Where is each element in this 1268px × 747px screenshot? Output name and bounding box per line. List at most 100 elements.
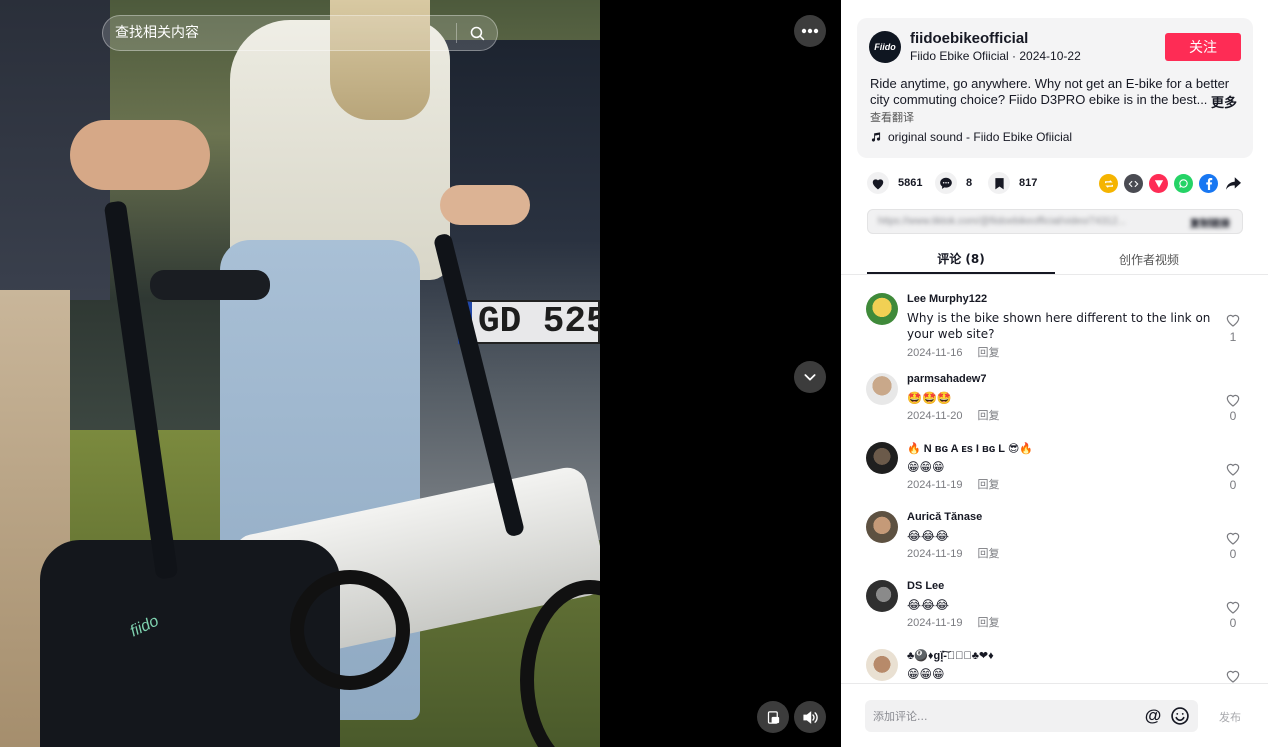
chevron-down-icon <box>804 374 816 381</box>
post-comment-button[interactable]: 发布 <box>1219 709 1241 725</box>
commenter-avatar[interactable] <box>866 442 898 474</box>
whatsapp-button[interactable] <box>1174 174 1193 193</box>
heart-outline-icon[interactable] <box>1225 668 1241 683</box>
comment-text: 😂😂😂 <box>907 598 950 612</box>
embed-icon <box>1128 180 1139 187</box>
tab-creator-videos[interactable]: 创作者视频 <box>1055 244 1243 274</box>
hand-on-handlebar-2 <box>440 185 530 225</box>
volume-icon <box>802 710 818 724</box>
commenter-name[interactable]: Lee Murphy122 <box>907 293 987 305</box>
commenter-name[interactable]: Aurică Tănase <box>907 511 982 523</box>
comment-composer: @ 发布 <box>841 683 1268 747</box>
commenter-name[interactable]: DS Lee <box>907 580 944 592</box>
miniplayer-button[interactable] <box>757 701 789 733</box>
commenter-name[interactable]: 🔥 N ʙɢ A ᴇs I ʙɢ L 😎🔥 <box>907 442 1033 455</box>
commenter-avatar[interactable] <box>866 293 898 325</box>
action-row: 5861 8 817 <box>867 172 1247 196</box>
heart-icon <box>872 178 884 189</box>
comment-date: 2024-11-19 <box>907 479 963 491</box>
video-link-box[interactable]: https://www.tiktok.com/@fiidoebikeoffici… <box>867 209 1243 234</box>
next-video-button[interactable] <box>794 361 826 393</box>
volume-button[interactable] <box>794 701 826 733</box>
tab-comments[interactable]: 评论 (8) <box>867 244 1055 274</box>
search-icon <box>470 26 484 40</box>
description-more-button[interactable]: 更多 <box>1211 92 1237 111</box>
comment-input-box[interactable]: @ <box>865 700 1198 732</box>
reply-button[interactable]: 回复 <box>977 478 999 491</box>
commenter-name[interactable]: ♣🎱♦gǐ͓̽͠-⃠⃠⃠♣❤♦ <box>907 649 994 662</box>
comment-meta: 2024-11-19 回复 <box>907 614 999 630</box>
tiktok-video-page: GD 525 fiido 查找相关内容 Fiido fiidoebikeoffi… <box>0 0 1268 747</box>
license-plate: GD 525 <box>458 300 600 344</box>
comment-date: 2024-11-19 <box>907 548 963 560</box>
comment-text: 🤩🤩🤩 <box>907 391 952 405</box>
panel-tabs: 评论 (8) 创作者视频 <box>867 244 1243 274</box>
commenter-avatar[interactable] <box>866 580 898 612</box>
commenter-avatar[interactable] <box>866 511 898 543</box>
commenter-avatar[interactable] <box>866 373 898 405</box>
facebook-icon <box>1205 177 1212 190</box>
save-count: 817 <box>1019 177 1038 189</box>
heart-outline-icon[interactable] <box>1225 599 1241 615</box>
comment-stat: 8 <box>935 172 972 194</box>
more-options-button[interactable] <box>794 15 826 47</box>
share-arrow-icon <box>1226 177 1241 190</box>
comment-like-count: 0 <box>1229 547 1237 561</box>
commenter-name[interactable]: parmsahadew7 <box>907 373 986 385</box>
heart-outline-icon[interactable] <box>1225 530 1241 546</box>
hand-on-handlebar <box>70 120 210 190</box>
heart-outline-icon[interactable] <box>1225 312 1241 328</box>
mention-button[interactable]: @ <box>1143 706 1163 726</box>
comment-meta: 2024-11-20 回复 <box>907 407 999 423</box>
sound-title: original sound - Fiido Ebike Ofiicial <box>888 130 1073 144</box>
search-box[interactable] <box>102 15 498 51</box>
commenter-avatar[interactable] <box>866 649 898 681</box>
video-player[interactable]: GD 525 fiido <box>0 0 600 747</box>
reply-button[interactable]: 回复 <box>977 616 999 629</box>
facebook-button[interactable] <box>1199 174 1218 193</box>
comment-input[interactable] <box>865 700 1135 732</box>
more-dots-icon <box>801 28 819 34</box>
like-stat: 5861 <box>867 172 922 194</box>
sound-link[interactable]: original sound - Fiido Ebike Ofiicial <box>870 130 1072 144</box>
comment-date: 2024-11-19 <box>907 617 963 629</box>
video-info-card: Fiido fiidoebikeofficial Fiido Ebike Ofi… <box>857 18 1253 158</box>
author-handle[interactable]: fiidoebikeofficial <box>910 30 1028 47</box>
author-avatar[interactable]: Fiido <box>869 31 901 63</box>
save-stat: 817 <box>988 172 1037 194</box>
video-link-text[interactable]: https://www.tiktok.com/@fiidoebikeoffici… <box>878 216 1168 227</box>
copy-link-button[interactable]: 复制链接 <box>1190 215 1230 230</box>
telegram-icon <box>1154 179 1163 188</box>
reply-button[interactable]: 回复 <box>977 547 999 560</box>
embed-button[interactable] <box>1124 174 1143 193</box>
miniplayer-icon <box>767 710 779 724</box>
translate-link[interactable]: 查看翻译 <box>870 109 914 125</box>
comment-meta: 2024-11-19 回复 <box>907 476 999 492</box>
black-ebike-seat <box>150 270 270 300</box>
telegram-button[interactable] <box>1149 174 1168 193</box>
search-button[interactable] <box>457 16 497 50</box>
comment-like-count: 0 <box>1229 478 1237 492</box>
comment-text: Why is the bike shown here different to … <box>907 311 1211 341</box>
emoji-icon[interactable] <box>1170 706 1190 726</box>
more-share-button[interactable] <box>1224 174 1243 193</box>
comment-like-count: 1 <box>1229 330 1237 344</box>
repost-button[interactable] <box>1099 174 1118 193</box>
heart-outline-icon[interactable] <box>1225 392 1241 408</box>
like-button[interactable] <box>867 172 889 194</box>
comment-list[interactable]: Lee Murphy122 Why is the bike shown here… <box>841 275 1268 683</box>
heart-outline-icon[interactable] <box>1225 461 1241 477</box>
reply-button[interactable]: 回复 <box>977 346 999 359</box>
comment-meta: 2024-11-16 回复 <box>907 344 999 360</box>
save-button[interactable] <box>988 172 1010 194</box>
search-input[interactable] <box>103 16 456 50</box>
reply-button[interactable]: 回复 <box>977 409 999 422</box>
comment-like-count: 0 <box>1229 616 1237 630</box>
comment-text: 😁😁😁 <box>907 460 945 474</box>
ebike-chainring <box>290 570 410 690</box>
video-pane[interactable]: GD 525 fiido <box>0 0 841 747</box>
music-note-icon <box>871 132 881 142</box>
comment-button[interactable] <box>935 172 957 194</box>
comment-like-count: 0 <box>1229 409 1237 423</box>
follow-button[interactable]: 关注 <box>1165 33 1241 61</box>
